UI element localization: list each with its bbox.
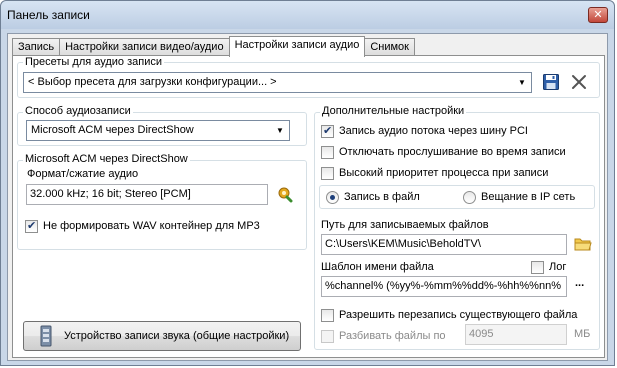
delete-preset-icon[interactable] (570, 73, 588, 91)
split-files-checkbox[interactable]: Разбивать файлы по (321, 328, 446, 344)
save-preset-icon[interactable] (542, 73, 560, 91)
high-priority-checkbox[interactable]: Высокий приоритет процесса при записи (321, 165, 548, 181)
checkbox-mark (25, 219, 38, 233)
window-title: Панель записи (7, 8, 90, 22)
path-value: C:\Users\KEM\Music\BeholdTV\ (325, 238, 481, 250)
extra-settings-label: Дополнительные настройки (320, 105, 467, 117)
preset-select-value: < Выбор пресета для загрузки конфигураци… (28, 76, 277, 88)
format-field[interactable]: 32.000 kHz; 16 bit; Stereo [PCM] (26, 184, 268, 205)
close-button[interactable]: ✕ (588, 7, 608, 23)
chevron-down-icon: ▼ (518, 78, 526, 87)
tab-audio-settings[interactable]: Настройки записи аудио (228, 36, 366, 57)
allow-overwrite-checkbox[interactable]: Разрешить перезапись существующего файла (321, 307, 577, 323)
checkbox-mark (321, 308, 334, 322)
recording-panel-window: Панель записи ✕ Запись Настройки записи … (0, 0, 615, 366)
monitor-off-checkbox[interactable]: Отключать прослушивание во время записи (321, 144, 566, 160)
log-checkbox[interactable]: Лог (531, 259, 566, 275)
filename-template-value: %channel% (%yy%-%mm%%dd%-%hh%%nn% (325, 280, 561, 292)
codec-settings-icon[interactable] (275, 185, 293, 203)
title-bar[interactable]: Панель записи ✕ (1, 1, 614, 29)
no-wav-label: Не формировать WAV контейнер для MP3 (43, 220, 260, 232)
path-input[interactable]: C:\Users\KEM\Music\BeholdTV\ (321, 234, 567, 255)
sound-card-icon (38, 325, 54, 347)
split-files-label: Разбивать файлы по (339, 330, 446, 342)
template-options-button[interactable]: ... (575, 277, 584, 289)
tab-video-audio-settings[interactable]: Настройки записи видео/аудио (59, 38, 230, 56)
checkbox-mark (321, 145, 334, 159)
folder-icon[interactable] (574, 236, 592, 252)
path-label: Путь для записываемых файлов (321, 219, 489, 231)
radio-mark (326, 190, 339, 204)
audio-device-button-label: Устройство записи звука (общие настройки… (64, 330, 290, 342)
record-to-file-radio[interactable]: Запись в файл (326, 189, 420, 205)
method-label: Способ аудиозаписи (23, 105, 133, 117)
format-label: Формат/сжатие аудио (27, 168, 139, 180)
checkbox-mark (531, 260, 544, 274)
monitor-off-label: Отключать прослушивание во время записи (339, 146, 566, 158)
pci-label: Запись аудио потока через шину PCI (339, 125, 528, 137)
chevron-down-icon: ▼ (276, 126, 284, 135)
format-value: 32.000 kHz; 16 bit; Stereo [PCM] (30, 188, 191, 200)
log-label: Лог (549, 261, 567, 273)
ip-broadcast-label: Вещание в IP сеть (481, 191, 576, 203)
pci-checkbox[interactable]: Запись аудио потока через шину PCI (321, 123, 528, 139)
client-area: Запись Настройки записи видео/аудио Наст… (7, 33, 608, 361)
tab-snapshot[interactable]: Снимок (364, 38, 415, 56)
no-wav-checkbox[interactable]: Не формировать WAV контейнер для MP3 (25, 218, 260, 234)
filename-template-label: Шаблон имени файла (321, 261, 434, 273)
checkbox-mark (321, 166, 334, 180)
checkbox-mark (321, 124, 334, 138)
tab-record[interactable]: Запись (12, 38, 61, 56)
acm-group-label: Microsoft ACM через DirectShow (23, 153, 190, 165)
method-select[interactable]: Microsoft ACM через DirectShow ▼ (26, 120, 290, 141)
allow-overwrite-label: Разрешить перезапись существующего файла (339, 309, 578, 321)
audio-device-button[interactable]: Устройство записи звука (общие настройки… (23, 321, 301, 351)
audio-settings-panel: Пресеты для аудио записи < Выбор пресета… (12, 55, 605, 358)
split-size-unit: МБ (574, 328, 591, 340)
radio-mark (463, 190, 476, 204)
high-priority-label: Высокий приоритет процесса при записи (339, 167, 549, 179)
checkbox-mark (321, 329, 334, 343)
filename-template-input[interactable]: %channel% (%yy%-%mm%%dd%-%hh%%nn% (321, 276, 567, 297)
ip-broadcast-radio[interactable]: Вещание в IP сеть (463, 189, 575, 205)
record-to-file-label: Запись в файл (344, 191, 420, 203)
presets-label: Пресеты для аудио записи (23, 56, 165, 68)
split-size-input[interactable]: 4095 (465, 324, 567, 345)
tab-strip: Запись Настройки записи видео/аудио Наст… (12, 36, 415, 57)
split-size-value: 4095 (469, 328, 494, 340)
method-select-value: Microsoft ACM через DirectShow (31, 124, 194, 136)
preset-select[interactable]: < Выбор пресета для загрузки конфигураци… (23, 72, 532, 93)
